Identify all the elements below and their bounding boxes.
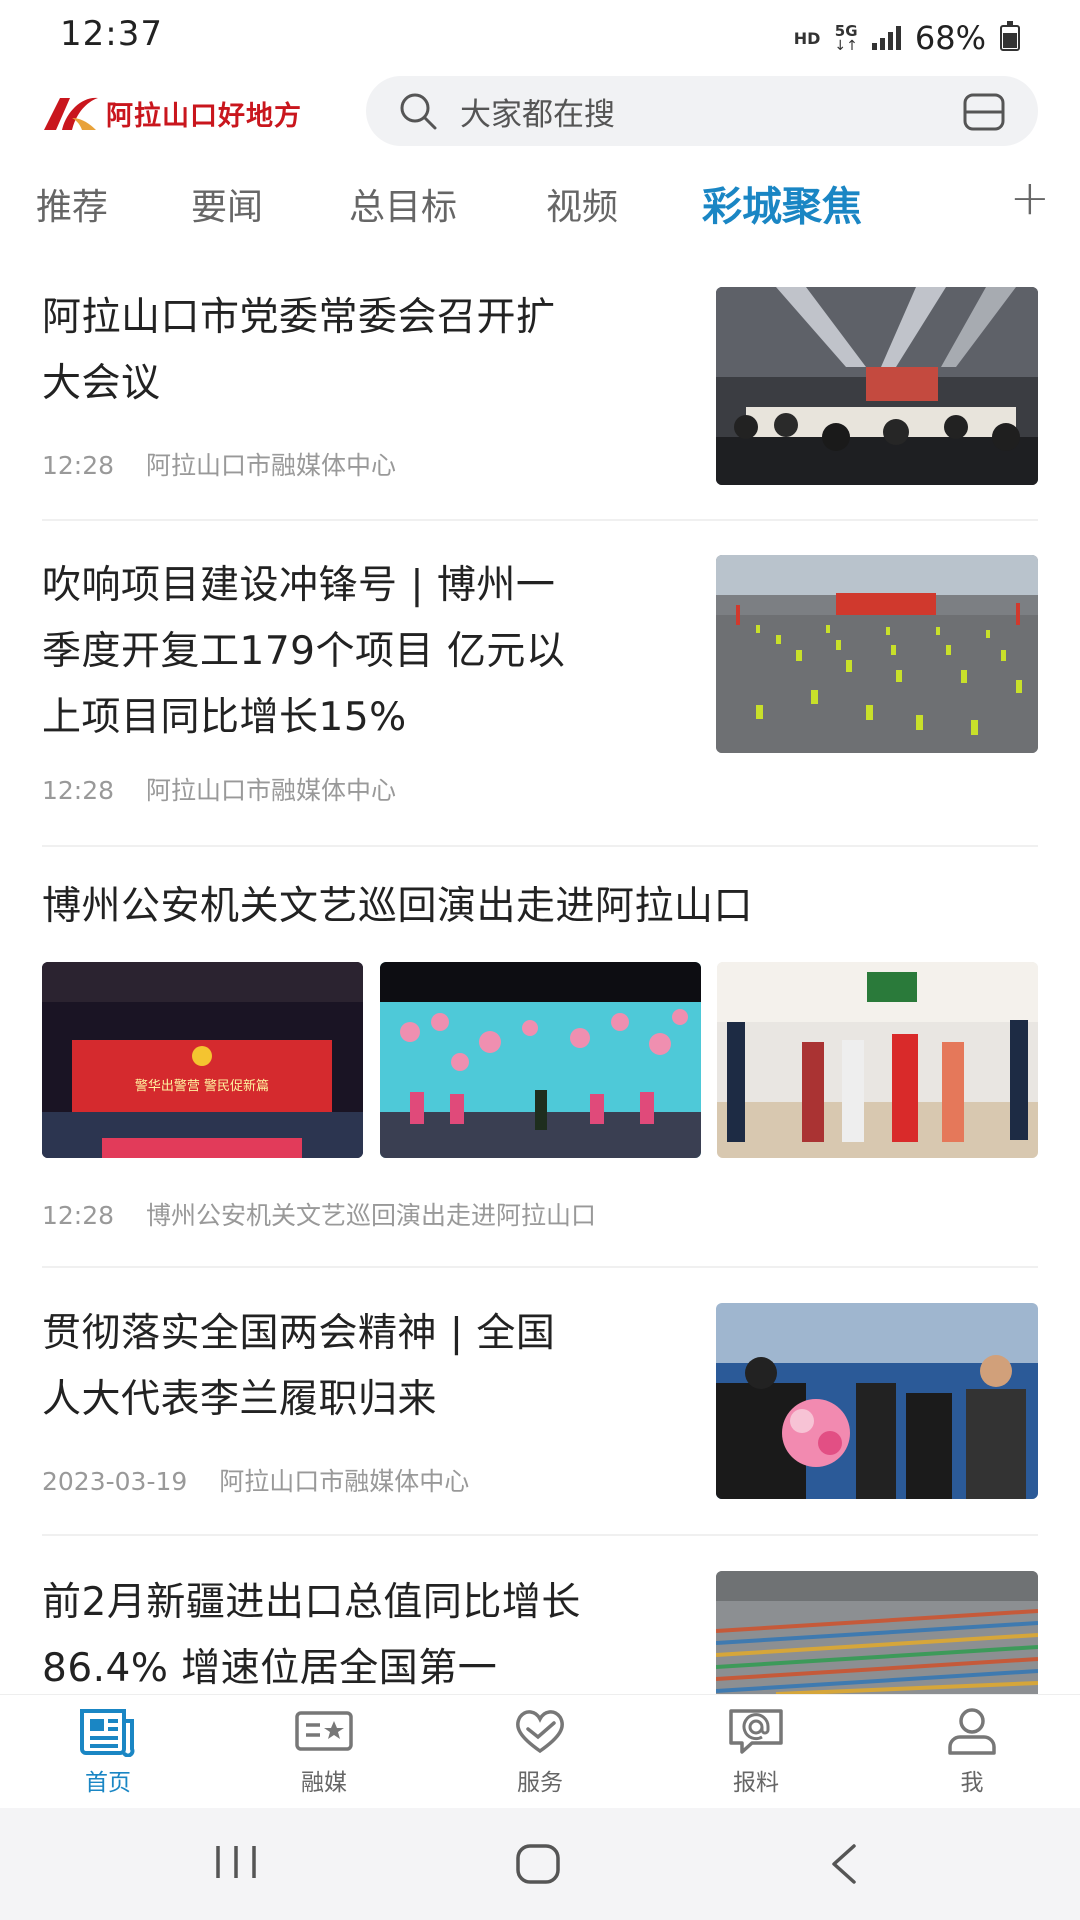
- nav-label: 融媒: [301, 1770, 347, 1796]
- article-thumbnail[interactable]: [716, 1571, 1038, 1694]
- media-card-icon: [295, 1711, 353, 1751]
- welcome-flowers-photo: [716, 1303, 1038, 1499]
- article-title: 阿拉山口市党委常委会召开扩 大会议: [42, 295, 556, 406]
- article-image-2[interactable]: [380, 962, 701, 1158]
- tab-video[interactable]: 视频: [546, 178, 618, 230]
- status-indicators: HD 5G ↓↑ 68%: [794, 18, 1020, 58]
- feed-divider: [42, 1534, 1038, 1536]
- network-label: 5G: [834, 21, 858, 40]
- stage-banner-photo: 警华出警营 警民促新篇: [42, 962, 363, 1158]
- article-meta: 12:28 阿拉山口市融媒体中心: [42, 771, 396, 807]
- battery-icon: [1000, 21, 1020, 51]
- battery-percent: 68%: [914, 19, 986, 57]
- status-time: 12:37: [60, 14, 163, 54]
- article-source: 阿拉山口市融媒体中心: [219, 1467, 470, 1496]
- channel-tabs: 推荐 要闻 总目标 视频 彩城聚焦 +: [0, 170, 1080, 236]
- tab-goals[interactable]: 总目标: [349, 178, 457, 230]
- article-time: 12:28: [42, 1201, 115, 1230]
- award-stage-photo: [717, 962, 1038, 1158]
- search-icon: [400, 93, 437, 130]
- tab-recommend[interactable]: 推荐: [36, 178, 108, 230]
- nav-home[interactable]: 首页: [48, 1705, 168, 1797]
- nav-report[interactable]: 报料: [696, 1705, 816, 1797]
- nav-label: 报料: [733, 1770, 779, 1796]
- scan-icon[interactable]: [962, 92, 1006, 132]
- system-navigation-bar: [0, 1808, 1080, 1920]
- network-arrows: ↓↑: [834, 37, 858, 54]
- search-placeholder: 大家都在搜: [460, 96, 615, 133]
- nav-services[interactable]: 服务: [480, 1705, 600, 1797]
- at-message-icon: [729, 1709, 783, 1754]
- nav-label: 我: [960, 1770, 984, 1796]
- article-source: 阿拉山口市融媒体中心: [146, 451, 397, 480]
- status-bar: 12:37 HD 5G ↓↑ 68%: [0, 0, 1080, 78]
- add-channel-button[interactable]: +: [1010, 170, 1050, 226]
- article-2[interactable]: 吹响项目建设冲锋号 | 博州一 季度开复工179个项目 亿元以 上项目同比增长1…: [42, 553, 682, 751]
- article-time: 2023-03-19: [42, 1467, 188, 1496]
- nav-label: 服务: [517, 1770, 563, 1796]
- article-source: 阿拉山口市融媒体中心: [146, 776, 397, 805]
- logo-text: 阿拉山口好地方: [106, 100, 302, 132]
- article-thumbnail[interactable]: [716, 287, 1038, 485]
- nav-me[interactable]: 我: [912, 1705, 1032, 1797]
- article-title: 博州公安机关文艺巡回演出走进阿拉山口: [42, 884, 754, 929]
- article-5[interactable]: 前2月新疆进出口总值同比增长 86.4% 增速位居全国第一: [42, 1570, 682, 1694]
- recent-apps-icon[interactable]: [212, 1842, 260, 1882]
- nav-label: 首页: [85, 1770, 131, 1796]
- article-4[interactable]: 贯彻落实全国两会精神 | 全国 人大代表李兰履职归来: [42, 1301, 682, 1433]
- rail-yard-photo: [716, 1571, 1038, 1694]
- article-thumbnail[interactable]: [716, 1303, 1038, 1499]
- back-icon[interactable]: [826, 1842, 862, 1886]
- hd-indicator: HD: [793, 28, 821, 48]
- article-title: 吹响项目建设冲锋号 | 博州一 季度开复工179个项目 亿元以 上项目同比增长1…: [42, 563, 566, 740]
- network-5g-icon: 5G ↓↑: [834, 21, 858, 54]
- app-logo[interactable]: 阿拉山口好地方: [42, 88, 302, 138]
- meeting-photo: [716, 287, 1038, 485]
- article-thumbnail[interactable]: [716, 555, 1038, 753]
- dance-performance-photo: [380, 962, 701, 1158]
- feed-divider: [42, 519, 1038, 521]
- article-time: 12:28: [42, 776, 115, 805]
- article-title: 贯彻落实全国两会精神 | 全国 人大代表李兰履职归来: [42, 1311, 556, 1422]
- home-icon[interactable]: [514, 1842, 562, 1886]
- nav-media[interactable]: 融媒: [264, 1705, 384, 1797]
- banner-text: 警华出警营 警民促新篇: [135, 1078, 269, 1094]
- search-bar[interactable]: 大家都在搜: [366, 76, 1038, 146]
- feed-divider: [42, 845, 1038, 847]
- tab-caicheng-focus[interactable]: 彩城聚焦: [702, 174, 862, 232]
- logo-mark-icon: [44, 97, 98, 130]
- article-time: 12:28: [42, 451, 115, 480]
- article-meta: 12:28 博州公安机关文艺巡回演出走进阿拉山口: [42, 1196, 596, 1232]
- construction-rally-photo: [716, 555, 1038, 753]
- bottom-navigation: 首页 融媒 服务 报料 我: [0, 1694, 1080, 1809]
- article-meta: 12:28 阿拉山口市融媒体中心: [42, 446, 396, 482]
- tab-news[interactable]: 要闻: [191, 178, 263, 230]
- feed-divider: [42, 1266, 1038, 1268]
- heart-hands-icon: [516, 1710, 564, 1754]
- user-icon: [948, 1708, 996, 1755]
- article-title: 前2月新疆进出口总值同比增长 86.4% 增速位居全国第一: [42, 1580, 581, 1691]
- article-3[interactable]: 博州公安机关文艺巡回演出走进阿拉山口: [42, 874, 1042, 940]
- newspaper-icon: [80, 1709, 135, 1757]
- article-source: 博州公安机关文艺巡回演出走进阿拉山口: [146, 1201, 597, 1230]
- signal-icon: [871, 26, 901, 50]
- article-1[interactable]: 阿拉山口市党委常委会召开扩 大会议: [42, 285, 682, 417]
- article-image-3[interactable]: [717, 962, 1038, 1158]
- article-image-1[interactable]: 警华出警营 警民促新篇: [42, 962, 363, 1158]
- article-meta: 2023-03-19 阿拉山口市融媒体中心: [42, 1462, 469, 1498]
